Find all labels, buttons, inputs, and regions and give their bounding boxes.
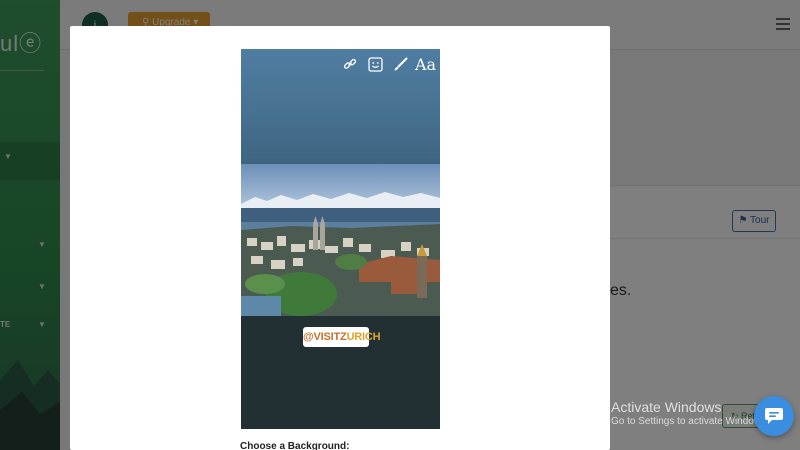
brush-icon[interactable]	[393, 57, 408, 72]
story-preview: Aa @VISITZURICH	[241, 49, 440, 429]
sticker-text: @VISITZURICH	[303, 331, 381, 343]
chat-bubble-icon	[765, 408, 783, 424]
chat-launcher-button[interactable]	[754, 396, 794, 436]
link-icon[interactable]	[343, 57, 357, 71]
windows-activation-subtitle: Go to Settings to activate Windows.	[611, 416, 769, 427]
sticker-icon[interactable]	[368, 57, 383, 72]
text-tool-icon[interactable]: Aa	[415, 57, 436, 73]
visitzurich-sticker[interactable]: @VISITZURICH	[303, 327, 381, 347]
zurich-city-photo	[241, 164, 440, 316]
choose-background-label: Choose a Background:	[240, 441, 350, 450]
windows-activation-title: Activate Windows	[611, 399, 722, 415]
story-toolbar: Aa	[343, 57, 436, 73]
